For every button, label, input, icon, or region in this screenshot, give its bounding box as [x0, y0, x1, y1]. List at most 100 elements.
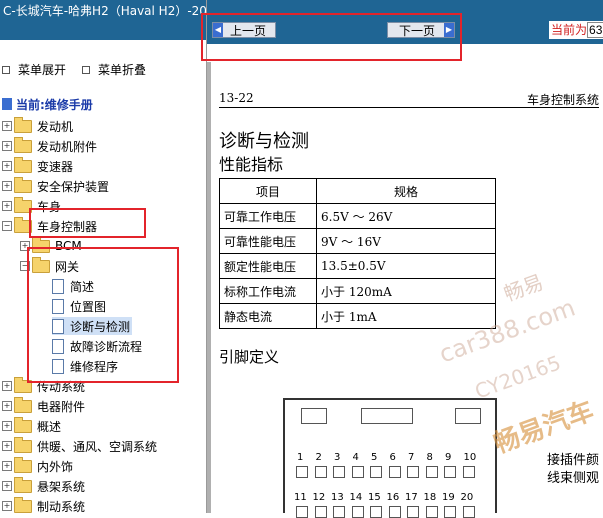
expand-plus-icon[interactable]: + — [2, 461, 12, 471]
tree-item-label: 供暖、通风、空调系统 — [37, 439, 158, 454]
watermark-text: CY20165 — [471, 350, 564, 404]
tree-item-engine-accessories[interactable]: + 发动机附件 — [2, 136, 98, 155]
table-cell: 小于 120mA — [316, 278, 496, 304]
tree-item-engine[interactable]: + 发动机 — [2, 116, 73, 135]
pin-number: 6 — [389, 452, 396, 463]
pin-socket — [407, 506, 419, 518]
expand-plus-icon[interactable]: + — [2, 381, 12, 391]
pin-number: 3 — [334, 452, 341, 463]
expand-plus-icon[interactable]: + — [2, 441, 12, 451]
current-page-indicator: 当前为 — [549, 21, 603, 39]
table-cell: 标称工作电流 — [219, 278, 317, 304]
pin-number: 10 — [463, 452, 477, 463]
tree-item-suspension[interactable]: + 悬架系统 — [2, 476, 86, 495]
pin-definition-heading: 引脚定义 — [219, 348, 280, 366]
pin-socket — [333, 466, 345, 478]
table-header: 规格 — [316, 178, 496, 204]
table-row: 可靠工作电压 6.5V ～ 26V — [219, 203, 496, 229]
connector-diagram: 1 2 3 4 5 6 7 8 9 10 11 12 13 14 15 16 17 18 19 20 — [283, 398, 497, 518]
table-row: 可靠性能电压 9V ～ 16V — [219, 228, 496, 254]
tree-item-label: 安全保护装置 — [37, 179, 110, 194]
expand-plus-icon[interactable]: + — [2, 421, 12, 431]
highlight-box-body-controller — [29, 208, 146, 238]
expand-plus-icon[interactable]: + — [2, 401, 12, 411]
pin-number: 11 — [294, 492, 307, 503]
pin-number: 12 — [312, 492, 326, 503]
pin-number: 19 — [442, 492, 455, 503]
page-header: 13-22 车身控制系统 — [219, 91, 599, 108]
tree-item-label: 悬架系统 — [37, 479, 86, 494]
expand-plus-icon[interactable]: + — [2, 481, 12, 491]
tree-item-label: 变速器 — [37, 159, 74, 174]
tree-item-label: 制动系统 — [37, 499, 86, 514]
expand-plus-icon[interactable]: + — [2, 121, 12, 131]
pin-number: 9 — [445, 452, 452, 463]
manual-title: C-长城汽车-哈弗H2（Haval H2）-2016-2017- 维修手册. — [0, 0, 206, 40]
tree-root[interactable]: 当前:维修手册 — [2, 95, 93, 113]
tree-item-trim[interactable]: + 内外饰 — [2, 456, 73, 475]
folder-icon — [14, 496, 32, 513]
tree-item-hvac[interactable]: + 供暖、通风、空调系统 — [2, 436, 158, 455]
tree-root-label: 当前:维修手册 — [16, 97, 93, 112]
folder-icon — [14, 416, 32, 433]
pin-number: 18 — [423, 492, 437, 503]
table-cell: 可靠性能电压 — [219, 228, 317, 254]
highlight-box-nav — [201, 13, 462, 61]
tree-item-electrical[interactable]: + 电器附件 — [2, 396, 86, 415]
sidebar: C-长城汽车-哈弗H2（Haval H2）-2016-2017- 维修手册. 菜… — [0, 0, 207, 513]
expand-plus-icon[interactable]: + — [2, 141, 12, 151]
folder-icon — [14, 156, 32, 173]
table-cell: 额定性能电压 — [219, 253, 317, 279]
pin-number: 7 — [408, 452, 415, 463]
book-icon — [2, 98, 12, 110]
spec-table: 项目 规格 可靠工作电压 6.5V ～ 26V 可靠性能电压 9V ～ 16V 额定… — [219, 178, 496, 329]
manual-page: 13-22 车身控制系统 诊断与检测 性能指标 项目 规格 可靠工作电压 6.5V… — [207, 62, 603, 518]
pin-socket — [425, 506, 438, 518]
connector-latch — [455, 408, 481, 424]
table-row: 额定性能电压 13.5±0.5V — [219, 253, 496, 279]
tree-item-summary[interactable]: + 概述 — [2, 416, 61, 435]
tree-item-label: 电器附件 — [37, 399, 86, 414]
pin-number: 20 — [460, 492, 474, 503]
table-row: 标称工作电流 小于 120mA — [219, 278, 496, 304]
highlight-box-gateway — [27, 247, 179, 383]
pin-number: 4 — [352, 452, 359, 463]
table-cell: 可靠工作电压 — [219, 203, 317, 229]
tree-item-transmission[interactable]: + 变速器 — [2, 156, 74, 175]
collapse-minus-icon[interactable]: − — [2, 221, 12, 231]
collapse-icon — [82, 65, 91, 74]
content-pane: ◀ 上一页 下一页 ▶ 当前为 13-22 车身控制系统 诊断与检测 性能指标 … — [201, 0, 603, 518]
pin-socket — [444, 506, 456, 518]
connector-note-line2: 线束侧观 — [547, 471, 600, 486]
expand-plus-icon[interactable]: + — [2, 501, 12, 511]
pin-socket — [444, 466, 456, 478]
tree-item-brakes[interactable]: + 制动系统 — [2, 496, 86, 514]
pin-socket — [314, 466, 327, 478]
menu-expand-link[interactable]: 菜单展开 — [18, 61, 66, 78]
pin-socket — [314, 506, 327, 518]
table-cell: 静态电流 — [219, 303, 317, 329]
pin-number: 14 — [349, 492, 363, 503]
folder-icon — [14, 436, 32, 453]
expand-plus-icon[interactable]: + — [2, 201, 12, 211]
folder-icon — [14, 396, 32, 413]
table-cell: 6.5V ～ 26V — [316, 203, 496, 229]
menu-collapse-link[interactable]: 菜单折叠 — [98, 61, 146, 78]
pin-socket — [296, 506, 308, 518]
pin-socket — [351, 506, 364, 518]
pin-number: 8 — [426, 452, 433, 463]
page-subheading: 性能指标 — [219, 155, 284, 174]
expand-plus-icon[interactable]: + — [2, 161, 12, 171]
current-page-input[interactable] — [587, 22, 603, 38]
pin-socket — [333, 506, 345, 518]
tree-item-label: 发动机附件 — [37, 139, 98, 154]
expand-plus-icon[interactable]: + — [2, 181, 12, 191]
connector-note-line1: 接插件颜 — [547, 453, 600, 468]
pin-socket — [407, 466, 419, 478]
table-cell: 13.5±0.5V — [316, 253, 496, 279]
expand-icon — [2, 65, 10, 74]
table-header: 项目 — [219, 178, 317, 204]
folder-icon — [14, 136, 32, 153]
tree-item-safety[interactable]: + 安全保护装置 — [2, 176, 110, 195]
pin-socket — [370, 466, 382, 478]
